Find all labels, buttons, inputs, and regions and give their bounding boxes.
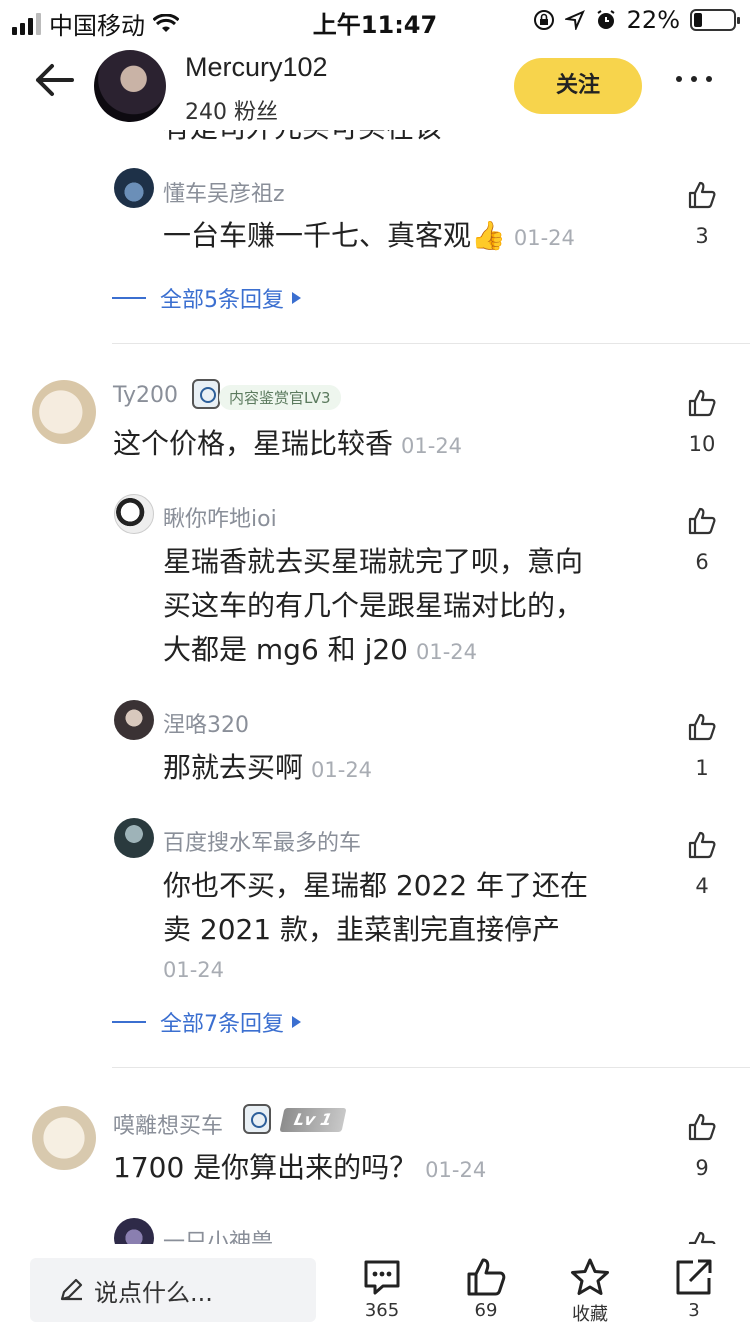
comments-button[interactable]: 365 xyxy=(347,1256,417,1321)
share-icon xyxy=(676,1259,712,1295)
author-avatar[interactable] xyxy=(94,50,166,122)
like-button[interactable]: 9 xyxy=(682,1112,722,1180)
favorite-button[interactable]: 收藏 xyxy=(555,1256,625,1326)
comment-input-placeholder: 说点什么... xyxy=(94,1278,213,1307)
battery-icon xyxy=(690,9,740,31)
like-count: 6 xyxy=(695,550,709,574)
like-article-button[interactable]: 69 xyxy=(451,1256,521,1321)
like-count: 9 xyxy=(695,1156,709,1180)
appraiser-badge: 内容鉴赏官LV3 xyxy=(219,385,341,410)
bottom-action-bar: 说点什么... 365 69 收藏 3 xyxy=(0,1244,750,1334)
favorite-label: 收藏 xyxy=(572,1304,608,1325)
reply-date: 01-24 xyxy=(311,758,373,782)
back-arrow-icon[interactable] xyxy=(30,60,80,100)
reply-text: 你也不买，星瑞都 2022 年了还在 卖 2021 款，韭菜割完直接停产 01-… xyxy=(163,864,588,988)
reply-author[interactable]: 懂车吴彦祖z xyxy=(163,176,285,208)
reply-text: 星瑞香就去买星瑞就完了呗，意向 买这车的有几个是跟星瑞对比的， 大都是 mg6 … xyxy=(163,545,584,666)
reply-author[interactable]: 一只小神兽 xyxy=(163,1224,273,1244)
follow-button[interactable]: 关注 xyxy=(514,58,642,114)
thumbs-up-icon xyxy=(688,1113,716,1141)
comment-bubble-icon xyxy=(364,1260,400,1295)
pencil-icon xyxy=(60,1278,83,1301)
thumbs-up-icon xyxy=(467,1258,506,1296)
alarm-icon xyxy=(597,10,615,29)
author-fans: 240 粉丝 xyxy=(185,100,278,125)
more-options-icon[interactable] xyxy=(676,76,712,82)
reply-date: 01-24 xyxy=(513,226,575,250)
like-button[interactable] xyxy=(682,1230,722,1244)
reply-text: 一台车赚一千七、真客观👍 01-24 xyxy=(163,219,575,252)
like-count: 4 xyxy=(695,874,709,898)
avatar[interactable] xyxy=(114,168,154,208)
triangle-right-icon xyxy=(292,292,301,304)
thumbs-up-icon xyxy=(688,831,716,859)
avatar[interactable] xyxy=(114,1218,154,1244)
share-count: 3 xyxy=(688,1300,700,1321)
avatar[interactable] xyxy=(114,494,154,534)
star-icon xyxy=(571,1258,609,1295)
like-count: 3 xyxy=(695,224,709,248)
avatar[interactable] xyxy=(32,380,96,444)
author-name[interactable]: Mercury102 xyxy=(185,52,328,83)
comment-author[interactable]: Ty200 xyxy=(113,383,178,408)
thumbs-up-icon xyxy=(688,389,716,417)
comment-text: 1700 是你算出来的吗？ 01-24 xyxy=(113,1151,487,1184)
appraiser-badge-icon xyxy=(192,379,220,409)
comment-text: 这个价格，星瑞比较香 01-24 xyxy=(113,427,463,460)
thumbs-up-icon xyxy=(688,1231,716,1244)
divider xyxy=(112,343,750,344)
reply-author[interactable]: 瞅你咋地ioi xyxy=(163,501,277,533)
avatar[interactable] xyxy=(114,818,154,858)
level-badge: Lv 1 xyxy=(279,1108,347,1132)
author-header: Mercury102 240 粉丝 关注 xyxy=(0,40,750,130)
thumbs-up-icon xyxy=(688,181,716,209)
reply-author[interactable]: 涅咯320 xyxy=(163,707,249,739)
reply-text: 那就去买啊 01-24 xyxy=(163,751,373,784)
avatar[interactable] xyxy=(32,1106,96,1170)
more-replies-link[interactable]: 全部7条回复 xyxy=(112,1006,301,1038)
like-count: 1 xyxy=(695,756,709,780)
status-bar: 中国移动 上午11:47 22% xyxy=(0,0,750,40)
reply-author[interactable]: 百度搜水军最多的车 xyxy=(163,825,361,857)
location-icon xyxy=(564,10,585,30)
appraiser-badge-icon xyxy=(243,1104,271,1134)
avatar[interactable] xyxy=(114,700,154,740)
like-button[interactable]: 3 xyxy=(682,180,722,248)
reply-date: 01-24 xyxy=(415,640,478,664)
like-count: 10 xyxy=(688,432,716,456)
like-button[interactable]: 4 xyxy=(682,830,722,898)
thumbs-up-icon xyxy=(688,713,716,741)
like-button[interactable]: 10 xyxy=(682,388,722,456)
divider xyxy=(112,1067,750,1068)
like-button[interactable]: 1 xyxy=(682,712,722,780)
likes-count: 69 xyxy=(474,1300,498,1321)
rotation-lock-icon xyxy=(533,10,554,30)
reply-date: 01-24 xyxy=(163,958,225,982)
comment-list[interactable]: 有是司外元买可买在该 懂车吴彦祖z 一台车赚一千七、真客观👍01-24 3 全部… xyxy=(0,130,750,1244)
comment-input[interactable]: 说点什么... xyxy=(30,1258,316,1322)
status-right: 22% xyxy=(533,6,740,34)
triangle-right-icon xyxy=(292,1016,301,1028)
share-button[interactable]: 3 xyxy=(659,1256,729,1321)
comments-count: 365 xyxy=(364,1300,400,1321)
comment-author[interactable]: 嗼離想买车 xyxy=(113,1108,223,1140)
more-replies-link[interactable]: 全部5条回复 xyxy=(112,282,301,314)
clipped-comment-text: 有是司外元买可买在该 xyxy=(162,130,442,146)
battery-percent: 22% xyxy=(626,6,680,34)
comment-date: 01-24 xyxy=(425,1158,487,1182)
comment-date: 01-24 xyxy=(401,434,463,458)
like-button[interactable]: 6 xyxy=(682,506,722,574)
thumbs-up-icon xyxy=(688,507,716,535)
